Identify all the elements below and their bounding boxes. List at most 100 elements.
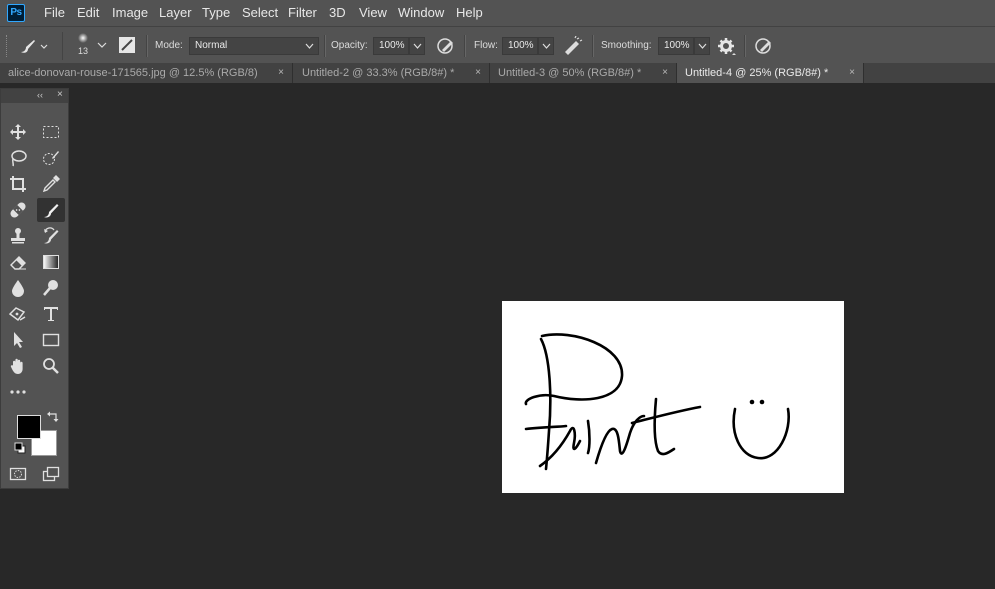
path-selection-tool[interactable] bbox=[4, 328, 32, 352]
menu-view[interactable]: View bbox=[358, 0, 388, 26]
water-drop-icon bbox=[12, 280, 24, 297]
close-icon[interactable]: × bbox=[278, 63, 284, 83]
smoothing-dropdown[interactable] bbox=[694, 37, 710, 55]
brush-size-picker[interactable]: 13 bbox=[72, 31, 94, 61]
gradient-tool[interactable] bbox=[37, 250, 65, 274]
flow-label: Flow: bbox=[474, 40, 498, 51]
swap-colors-icon[interactable] bbox=[47, 410, 59, 422]
hand-tool[interactable] bbox=[4, 354, 32, 378]
close-icon[interactable]: × bbox=[662, 63, 668, 83]
tab-untitled-4[interactable]: Untitled-4 @ 25% (RGB/8#) * × bbox=[677, 63, 864, 83]
quick-selection-icon bbox=[43, 151, 59, 165]
tab-label: Untitled-3 @ 50% (RGB/8#) * bbox=[498, 67, 642, 79]
history-brush-tool[interactable] bbox=[37, 224, 65, 248]
close-icon[interactable]: × bbox=[475, 63, 481, 83]
tab-alice-donovan-rouse[interactable]: alice-donovan-rouse-171565.jpg @ 12.5% (… bbox=[0, 63, 293, 83]
lasso-tool[interactable] bbox=[4, 146, 32, 170]
crop-tool[interactable] bbox=[4, 172, 32, 196]
handwritten-drawing bbox=[524, 333, 790, 471]
tool-preset-picker[interactable] bbox=[18, 36, 50, 56]
tab-label: Untitled-4 @ 25% (RGB/8#) * bbox=[685, 67, 829, 79]
eyedropper-tool[interactable] bbox=[37, 172, 65, 196]
blur-tool[interactable] bbox=[4, 276, 32, 300]
quick-mask-button[interactable] bbox=[4, 462, 32, 486]
lasso-icon bbox=[11, 150, 27, 167]
brush-size-value: 13 bbox=[78, 46, 89, 56]
opacity-dropdown[interactable] bbox=[409, 37, 425, 55]
menu-help[interactable]: Help bbox=[455, 0, 484, 26]
photoshop-logo: Ps bbox=[7, 4, 25, 22]
menu-3d[interactable]: 3D bbox=[328, 0, 347, 26]
mode-value: Normal bbox=[195, 40, 228, 51]
screen-mode-button[interactable] bbox=[37, 462, 65, 486]
menu-image[interactable]: Image bbox=[111, 0, 149, 26]
healing-brush-tool[interactable] bbox=[4, 198, 32, 222]
close-icon[interactable]: × bbox=[57, 89, 63, 100]
more-dots-icon bbox=[10, 390, 26, 394]
clone-stamp-tool[interactable] bbox=[4, 224, 32, 248]
menu-window[interactable]: Window bbox=[397, 0, 445, 26]
menu-filter[interactable]: Filter bbox=[287, 0, 318, 26]
airbrush-button[interactable] bbox=[562, 36, 584, 56]
close-icon[interactable]: × bbox=[849, 63, 855, 83]
eyedropper-icon bbox=[42, 175, 60, 193]
rect-marquee-icon bbox=[43, 126, 59, 138]
pen-tool[interactable] bbox=[4, 302, 32, 326]
stroke-i bbox=[586, 419, 591, 455]
stroke-e bbox=[538, 426, 582, 468]
pen-pressure-icon bbox=[755, 38, 771, 54]
brush-tool[interactable] bbox=[37, 198, 65, 222]
tab-untitled-2[interactable]: Untitled-2 @ 33.3% (RGB/8#) * × bbox=[294, 63, 490, 83]
collapse-icon[interactable]: ‹‹ bbox=[37, 90, 43, 100]
opacity-value: 100% bbox=[379, 40, 405, 51]
edit-toolbar-button[interactable] bbox=[4, 380, 32, 404]
document-canvas[interactable] bbox=[502, 301, 844, 493]
smoothing-label: Smoothing: bbox=[601, 40, 652, 51]
chevron-down-icon bbox=[305, 43, 314, 49]
opacity-input[interactable]: 100% bbox=[373, 37, 409, 55]
flow-dropdown[interactable] bbox=[538, 37, 554, 55]
pressure-opacity-button[interactable] bbox=[436, 36, 456, 56]
type-tool[interactable] bbox=[37, 302, 65, 326]
default-colors-icon[interactable] bbox=[14, 442, 26, 454]
tab-label: alice-donovan-rouse-171565.jpg @ 12.5% (… bbox=[8, 67, 258, 79]
menu-select[interactable]: Select bbox=[241, 0, 279, 26]
pressure-size-button[interactable] bbox=[754, 36, 774, 56]
menu-type[interactable]: Type bbox=[201, 0, 231, 26]
tools-panel: ‹‹ × bbox=[0, 88, 69, 489]
gradient-icon bbox=[43, 255, 59, 269]
pen-icon bbox=[9, 307, 26, 322]
zoom-tool[interactable] bbox=[37, 354, 65, 378]
gear-icon bbox=[718, 38, 736, 55]
quick-selection-tool[interactable] bbox=[37, 146, 65, 170]
move-tool[interactable] bbox=[4, 120, 32, 144]
type-icon bbox=[44, 307, 58, 321]
soft-brush-tip-icon bbox=[78, 33, 88, 43]
smoothing-value: 100% bbox=[664, 40, 690, 51]
eraser-tool[interactable] bbox=[4, 250, 32, 274]
chevron-down-icon bbox=[698, 43, 707, 49]
smoothing-input[interactable]: 100% bbox=[658, 37, 694, 55]
stroke-t-stem bbox=[653, 397, 676, 456]
menu-layer[interactable]: Layer bbox=[158, 0, 193, 26]
mode-select[interactable]: Normal bbox=[189, 37, 319, 55]
options-grip[interactable] bbox=[6, 35, 10, 57]
brush-size-dropdown-icon[interactable] bbox=[97, 41, 107, 49]
history-brush-icon bbox=[44, 227, 59, 244]
menu-file[interactable]: File bbox=[43, 0, 66, 26]
smoothing-options-button[interactable] bbox=[717, 37, 737, 57]
brush-settings-panel-icon[interactable] bbox=[118, 36, 136, 54]
stamp-icon bbox=[11, 228, 25, 244]
dodge-tool[interactable] bbox=[37, 276, 65, 300]
rectangle-tool[interactable] bbox=[37, 328, 65, 352]
marquee-tool[interactable] bbox=[37, 120, 65, 144]
flow-input[interactable]: 100% bbox=[502, 37, 538, 55]
menu-edit[interactable]: Edit bbox=[76, 0, 100, 26]
foreground-color-swatch[interactable] bbox=[17, 415, 41, 439]
pen-pressure-icon bbox=[437, 38, 453, 54]
tab-untitled-3[interactable]: Untitled-3 @ 50% (RGB/8#) * × bbox=[490, 63, 677, 83]
tools-panel-header[interactable]: ‹‹ × bbox=[1, 89, 68, 103]
menu-bar: Ps File Edit Image Layer Type Select Fil… bbox=[0, 0, 995, 26]
move-icon bbox=[10, 124, 26, 140]
hand-icon bbox=[10, 358, 23, 374]
